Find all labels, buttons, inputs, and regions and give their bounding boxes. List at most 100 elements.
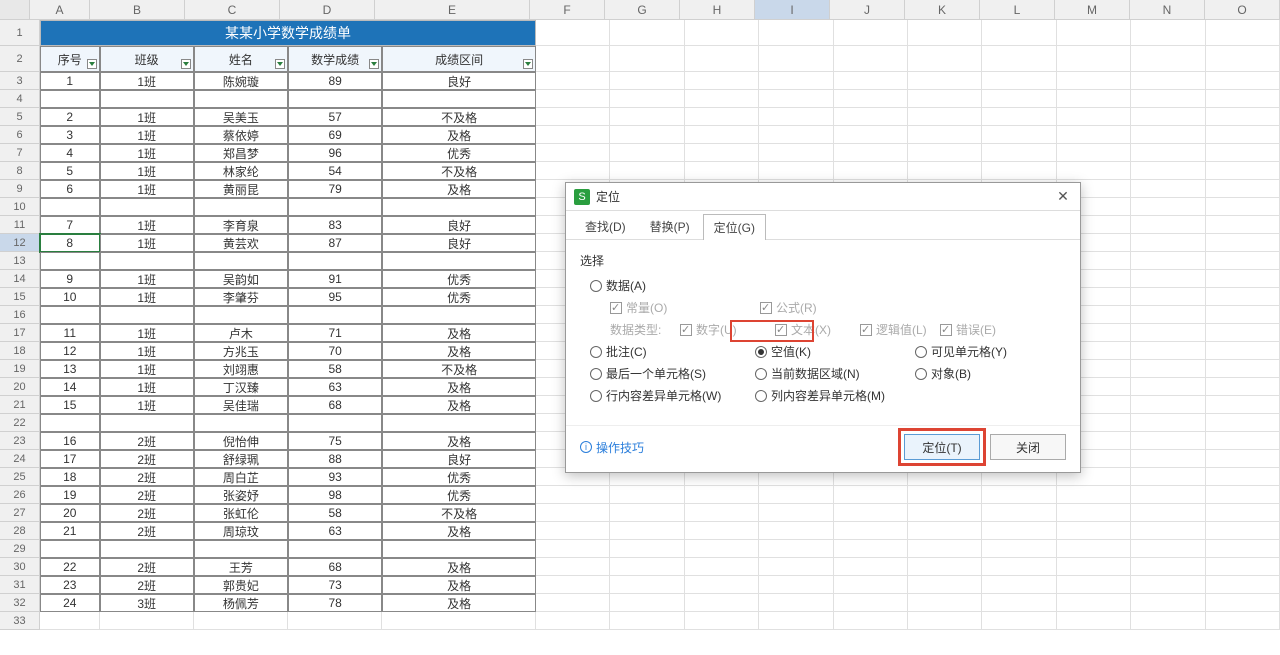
cell[interactable] bbox=[536, 144, 610, 162]
row-header[interactable]: 16 bbox=[0, 306, 40, 324]
cell[interactable] bbox=[908, 108, 982, 126]
data-cell[interactable]: 98 bbox=[288, 486, 382, 504]
data-cell[interactable]: 75 bbox=[288, 432, 382, 450]
row-header[interactable]: 8 bbox=[0, 162, 40, 180]
cell[interactable] bbox=[1206, 162, 1280, 180]
cell[interactable] bbox=[536, 72, 610, 90]
data-cell[interactable]: 丁汉臻 bbox=[194, 378, 288, 396]
row-header[interactable]: 6 bbox=[0, 126, 40, 144]
row-header[interactable]: 5 bbox=[0, 108, 40, 126]
cell[interactable] bbox=[1131, 90, 1205, 108]
data-cell[interactable]: 1班 bbox=[100, 324, 194, 342]
empty-cell[interactable] bbox=[288, 306, 382, 324]
cell[interactable] bbox=[982, 612, 1056, 630]
cell[interactable] bbox=[610, 486, 684, 504]
cell[interactable] bbox=[40, 612, 100, 630]
table-title[interactable]: 某某小学数学成绩单 bbox=[40, 20, 536, 46]
row-header[interactable]: 12 bbox=[0, 234, 40, 252]
data-cell[interactable]: 1 bbox=[40, 72, 100, 90]
cell[interactable] bbox=[685, 46, 759, 72]
col-header-C[interactable]: C bbox=[185, 0, 280, 19]
data-cell[interactable]: 王芳 bbox=[194, 558, 288, 576]
cell[interactable] bbox=[685, 126, 759, 144]
data-cell[interactable]: 11 bbox=[40, 324, 100, 342]
data-cell[interactable]: 郑昌梦 bbox=[194, 144, 288, 162]
cell[interactable] bbox=[982, 144, 1056, 162]
cell[interactable] bbox=[1131, 432, 1205, 450]
cell[interactable] bbox=[1206, 90, 1280, 108]
data-cell[interactable]: 及格 bbox=[382, 180, 536, 198]
cell[interactable] bbox=[610, 576, 684, 594]
cell[interactable] bbox=[1057, 20, 1131, 46]
cell[interactable] bbox=[1131, 288, 1205, 306]
cell[interactable] bbox=[1206, 72, 1280, 90]
cell[interactable] bbox=[834, 612, 908, 630]
data-cell[interactable]: 12 bbox=[40, 342, 100, 360]
cell[interactable] bbox=[834, 540, 908, 558]
cell[interactable] bbox=[1131, 342, 1205, 360]
data-cell[interactable]: 郭贵妃 bbox=[194, 576, 288, 594]
cell[interactable] bbox=[1131, 468, 1205, 486]
cell[interactable] bbox=[908, 576, 982, 594]
data-cell[interactable]: 周白芷 bbox=[194, 468, 288, 486]
row-header[interactable]: 28 bbox=[0, 522, 40, 540]
cell[interactable] bbox=[759, 522, 833, 540]
empty-cell[interactable] bbox=[288, 414, 382, 432]
data-cell[interactable]: 杨佩芳 bbox=[194, 594, 288, 612]
cell[interactable] bbox=[685, 594, 759, 612]
cell[interactable] bbox=[536, 486, 610, 504]
cell[interactable] bbox=[1206, 234, 1280, 252]
data-cell[interactable]: 不及格 bbox=[382, 504, 536, 522]
option-object[interactable]: 对象(B) bbox=[915, 365, 971, 382]
data-cell[interactable]: 及格 bbox=[382, 378, 536, 396]
cell[interactable] bbox=[1206, 288, 1280, 306]
data-cell[interactable]: 及格 bbox=[382, 576, 536, 594]
data-cell[interactable]: 舒绿珮 bbox=[194, 450, 288, 468]
cell[interactable] bbox=[1131, 126, 1205, 144]
empty-cell[interactable] bbox=[100, 90, 194, 108]
cell[interactable] bbox=[1206, 414, 1280, 432]
data-cell[interactable]: 不及格 bbox=[382, 162, 536, 180]
row-header[interactable]: 31 bbox=[0, 576, 40, 594]
cell[interactable] bbox=[1131, 414, 1205, 432]
data-cell[interactable]: 周琼玟 bbox=[194, 522, 288, 540]
cell[interactable] bbox=[982, 576, 1056, 594]
cell[interactable] bbox=[685, 558, 759, 576]
cell[interactable] bbox=[982, 20, 1056, 46]
data-cell[interactable]: 黄丽昆 bbox=[194, 180, 288, 198]
tips-link[interactable]: i操作技巧 bbox=[580, 439, 644, 456]
cell[interactable] bbox=[834, 486, 908, 504]
row-header[interactable]: 27 bbox=[0, 504, 40, 522]
filter-icon[interactable] bbox=[181, 59, 191, 69]
cell[interactable] bbox=[1206, 324, 1280, 342]
cell[interactable] bbox=[1057, 576, 1131, 594]
cell[interactable] bbox=[610, 46, 684, 72]
cell[interactable] bbox=[536, 612, 610, 630]
filter-icon[interactable] bbox=[87, 59, 97, 69]
cell[interactable] bbox=[982, 522, 1056, 540]
option-data[interactable]: 数据(A) bbox=[590, 277, 646, 294]
data-cell[interactable]: 倪怡伸 bbox=[194, 432, 288, 450]
data-cell[interactable]: 2班 bbox=[100, 522, 194, 540]
cell[interactable] bbox=[759, 540, 833, 558]
data-cell[interactable]: 1班 bbox=[100, 180, 194, 198]
option-visible[interactable]: 可见单元格(Y) bbox=[915, 343, 1007, 360]
cell[interactable] bbox=[759, 20, 833, 46]
header-0[interactable]: 序号 bbox=[40, 46, 100, 72]
cell[interactable] bbox=[100, 612, 194, 630]
data-cell[interactable]: 5 bbox=[40, 162, 100, 180]
cell[interactable] bbox=[1057, 46, 1131, 72]
col-header-F[interactable]: F bbox=[530, 0, 605, 19]
cell[interactable] bbox=[834, 108, 908, 126]
row-header[interactable]: 15 bbox=[0, 288, 40, 306]
cell[interactable] bbox=[834, 558, 908, 576]
cell[interactable] bbox=[908, 594, 982, 612]
empty-cell[interactable] bbox=[382, 414, 536, 432]
locate-button[interactable]: 定位(T) bbox=[904, 434, 980, 460]
cell[interactable] bbox=[1131, 504, 1205, 522]
row-header[interactable]: 30 bbox=[0, 558, 40, 576]
row-header[interactable]: 7 bbox=[0, 144, 40, 162]
data-cell[interactable]: 78 bbox=[288, 594, 382, 612]
cell[interactable] bbox=[536, 108, 610, 126]
cell[interactable] bbox=[1206, 432, 1280, 450]
